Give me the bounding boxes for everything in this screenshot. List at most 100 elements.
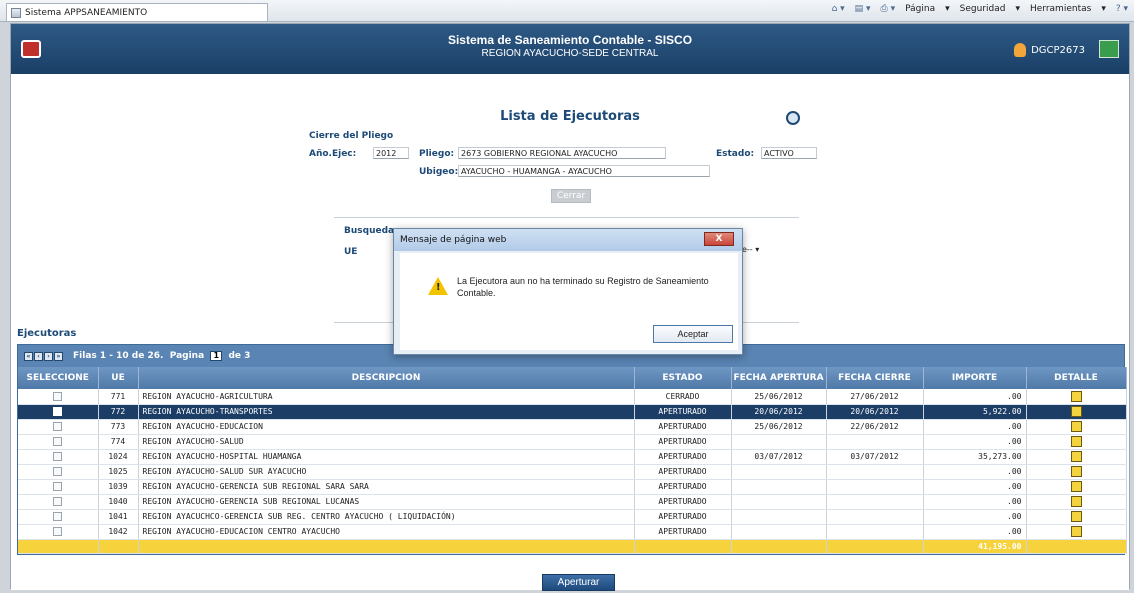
table-row[interactable]: 1040 REGION AYACUCHO-GERENCIA SUB REGIONA…: [18, 494, 1127, 510]
total-cell: [826, 539, 924, 554]
ubigeo-field[interactable]: AYACUCHO - HUAMANGA - AYACUCHO: [458, 165, 710, 177]
aceptar-button[interactable]: Aceptar: [653, 325, 733, 343]
menu-herramientas[interactable]: Herramientas: [1030, 4, 1091, 14]
total-importe: 41,195.00: [923, 539, 1027, 554]
total-row: 41,195.00: [18, 539, 1127, 554]
last-page-icon[interactable]: »: [54, 351, 63, 361]
cerrar-button[interactable]: Cerrar: [551, 189, 591, 203]
cell-control: [1026, 464, 1127, 480]
table-row[interactable]: 1042 REGION AYACUCHO-EDUCACION CENTRO AYA…: [18, 524, 1127, 540]
row-checkbox[interactable]: [53, 391, 63, 401]
row-checkbox[interactable]: [53, 407, 63, 416]
col-descripcion[interactable]: DESCRIPCION: [138, 367, 635, 389]
aperturar-button[interactable]: Aperturar: [542, 574, 615, 591]
first-page-icon[interactable]: «: [24, 351, 33, 361]
exit-icon[interactable]: [1099, 40, 1119, 58]
cell-ue: 773: [98, 419, 139, 435]
cell-ue: 1024: [98, 449, 139, 465]
table-row[interactable]: 1041 REGION AYACUCHCO-GERENCIA SUB REG. C…: [18, 509, 1127, 525]
row-checkbox[interactable]: [53, 452, 63, 461]
menu-pagina[interactable]: Página: [905, 4, 935, 14]
edit-icon[interactable]: [1070, 451, 1082, 462]
cell-control: [1026, 509, 1127, 525]
table-row[interactable]: 771 REGION AYACUCHO-AGRICULTURA CERRADO 25/…: [18, 389, 1127, 405]
col-estado[interactable]: ESTADO: [634, 367, 732, 389]
edit-icon[interactable]: [1070, 496, 1082, 507]
feeds-icon[interactable]: ▤ ▾: [855, 4, 871, 14]
table-row[interactable]: 1024 REGION AYACUCHO-HOSPITAL HUAMANGA APE…: [18, 449, 1127, 465]
edit-icon[interactable]: [1070, 390, 1082, 402]
cell-control: [18, 524, 99, 540]
pager-rows-text: Filas 1 - 10 de 26.: [73, 351, 164, 361]
col-detalle[interactable]: DETALLE: [1026, 367, 1127, 389]
dialog-title: Mensaje de página web: [394, 229, 742, 251]
page-input[interactable]: 1: [210, 351, 223, 361]
table-row[interactable]: 1025 REGION AYACUCHO-SALUD SUR AYACUCHO AP…: [18, 464, 1127, 480]
edit-icon[interactable]: [1070, 436, 1082, 447]
col-seleccione[interactable]: SELECCIONE: [18, 367, 99, 389]
total-cell: [1026, 539, 1127, 554]
cell-importe: .00: [923, 494, 1027, 510]
browser-tools: ⌂ ▾ ▤ ▾ ⎙ ▾ Página ▾ Seguridad ▾ Herramien…: [831, 4, 1128, 14]
cell-control: [18, 464, 99, 480]
row-checkbox[interactable]: [53, 437, 63, 446]
cell-fecha-cierre: [826, 434, 924, 450]
cell-importe: .00: [923, 389, 1027, 405]
edit-icon[interactable]: [1070, 526, 1082, 537]
anio-label: Año.Ejec:: [309, 149, 357, 159]
table-row[interactable]: 773 REGION AYACUCHO-EDUCACION APERTURADO 25…: [18, 419, 1127, 435]
estado-field[interactable]: ACTIVO: [761, 147, 817, 159]
cell-ue: 1025: [98, 464, 139, 480]
dialog-close-button[interactable]: X: [704, 232, 734, 246]
table-row[interactable]: 774 REGION AYACUCHO-SALUD APERTURADO .00: [18, 434, 1127, 450]
home-icon[interactable]: ⌂ ▾: [832, 4, 845, 14]
edit-icon[interactable]: [1070, 481, 1082, 492]
warning-mark: !: [436, 282, 441, 293]
row-checkbox[interactable]: [53, 527, 63, 536]
total-cell: [634, 539, 732, 554]
col-fecha-apertura[interactable]: FECHA APERTURA: [731, 367, 827, 389]
col-fecha-cierre[interactable]: FECHA CIERRE: [826, 367, 924, 389]
edit-icon[interactable]: [1070, 511, 1082, 522]
col-importe[interactable]: IMPORTE: [923, 367, 1027, 389]
cell-estado: APERTURADO: [634, 419, 732, 435]
section-label: Cierre del Pliego: [309, 131, 394, 141]
cell-fecha-cierre: [826, 524, 924, 540]
total-cell: [731, 539, 827, 554]
cell-descripcion: REGION AYACUCHO-EDUCACION: [138, 419, 635, 435]
pliego-label: Pliego:: [419, 149, 455, 159]
col-ue[interactable]: UE: [98, 367, 139, 389]
total-cell: [138, 539, 635, 554]
cell-importe: .00: [923, 464, 1027, 480]
row-checkbox[interactable]: [53, 512, 63, 521]
help-icon[interactable]: ? ▾: [1116, 4, 1128, 14]
row-checkbox[interactable]: [53, 467, 63, 476]
cell-descripcion: REGION AYACUCHO-TRANSPORTES: [138, 404, 635, 420]
row-checkbox[interactable]: [53, 422, 63, 431]
cell-control: [18, 419, 99, 435]
table-row[interactable]: 772 REGION AYACUCHO-TRANSPORTES APERTURADO…: [18, 404, 1127, 420]
help-circle-icon[interactable]: [786, 111, 800, 125]
cell-control: [1026, 419, 1127, 435]
cell-ue: 1042: [98, 524, 139, 540]
row-checkbox[interactable]: [53, 482, 63, 491]
next-page-icon[interactable]: ›: [44, 351, 53, 361]
ejecutoras-table: SELECCIONE UE DESCRIPCION ESTADO FECHA A…: [18, 367, 1127, 554]
prev-page-icon[interactable]: ‹: [34, 351, 43, 361]
edit-icon[interactable]: [1070, 406, 1082, 417]
row-checkbox[interactable]: [53, 497, 63, 506]
message-dialog: Mensaje de página web X ! La Ejecutora a…: [393, 228, 743, 355]
edit-icon[interactable]: [1070, 421, 1082, 432]
edit-icon[interactable]: [1070, 466, 1082, 477]
pliego-field[interactable]: 2673 GOBIERNO REGIONAL AYACUCHO: [458, 147, 666, 159]
table-row[interactable]: 1039 REGION AYACUCHO-GERENCIA SUB REGIONA…: [18, 479, 1127, 495]
cell-estado: APERTURADO: [634, 494, 732, 510]
menu-seguridad[interactable]: Seguridad: [960, 4, 1006, 14]
print-icon[interactable]: ⎙ ▾: [881, 4, 896, 14]
cell-fecha-cierre: 22/06/2012: [826, 419, 924, 435]
cell-descripcion: REGION AYACUCHO-HOSPITAL HUAMANGA: [138, 449, 635, 465]
browser-tab[interactable]: Sistema APPSANEAMIENTO: [6, 3, 268, 21]
cell-ue: 1041: [98, 509, 139, 525]
anio-field[interactable]: 2012: [373, 147, 409, 159]
total-cell: [98, 539, 139, 554]
